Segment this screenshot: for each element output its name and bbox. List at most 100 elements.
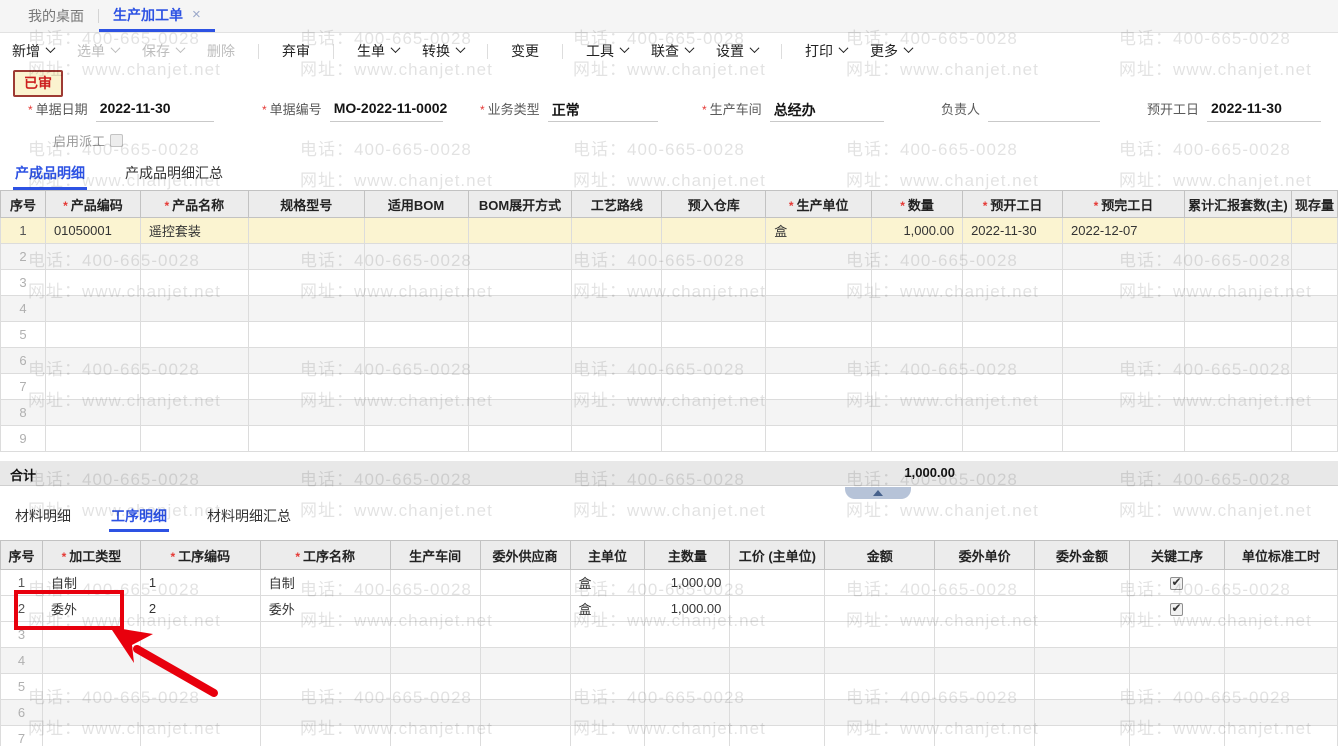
column-header[interactable]: BOM展开方式 [467, 190, 573, 218]
table-cell [729, 673, 826, 700]
table-row[interactable]: 3 [0, 621, 1338, 648]
column-header[interactable]: 适用BOM [363, 190, 469, 218]
tab-material-detail[interactable]: 材料明细 [13, 500, 73, 532]
table-cell [248, 347, 365, 374]
column-header[interactable]: 预完工日 [1062, 190, 1185, 218]
table-cell: 5 [0, 321, 46, 348]
tab-production-order[interactable]: 生产加工单 × [99, 0, 215, 32]
table-cell [824, 647, 936, 674]
table-cell [1291, 399, 1338, 426]
table-cell [364, 373, 469, 400]
column-header[interactable]: 主单位 [569, 540, 646, 570]
column-header[interactable]: 金额 [824, 540, 936, 570]
table-row[interactable]: 2 [0, 243, 1338, 270]
business-type-input[interactable]: 正常 [547, 100, 658, 122]
toolbar-new-button[interactable]: 新增 [12, 41, 56, 61]
table-cell [364, 269, 469, 296]
table-cell [765, 425, 873, 452]
table-cell [390, 673, 481, 700]
tab-operation-detail[interactable]: 工序明细 [109, 500, 169, 532]
table-row[interactable]: 3 [0, 269, 1338, 296]
column-header[interactable]: 工艺路线 [571, 190, 663, 218]
table-row[interactable]: 2 委外 2 委外盒 1,000.00 [0, 595, 1338, 622]
column-header[interactable]: 生产单位 [765, 190, 873, 218]
doc-date-input[interactable]: 2022-11-30 [95, 100, 214, 122]
column-header[interactable]: 工价 (主单位) [729, 540, 826, 570]
checkbox-checked-icon[interactable] [1170, 575, 1184, 591]
tab-my-desktop[interactable]: 我的桌面 [14, 0, 98, 32]
table-row[interactable]: 5 [0, 321, 1338, 348]
table-cell: 1 [140, 569, 261, 596]
person-in-charge-input[interactable] [988, 100, 1101, 122]
toolbar-label: 删除 [207, 43, 235, 59]
column-header[interactable]: 委外单价 [934, 540, 1036, 570]
column-header[interactable]: 累计汇报套数(主) [1183, 190, 1292, 218]
toolbar-label: 工具 [586, 43, 614, 59]
close-icon[interactable]: × [192, 6, 201, 23]
column-header[interactable]: 生产车间 [389, 540, 481, 570]
column-header[interactable]: 加工类型 [41, 540, 141, 570]
table-cell [661, 321, 767, 348]
column-header[interactable]: 工序名称 [259, 540, 391, 570]
column-header[interactable]: 主数量 [644, 540, 731, 570]
tab-material-summary[interactable]: 材料明细汇总 [205, 500, 293, 532]
table-row[interactable]: 6 [0, 699, 1338, 726]
toolbar-print-button[interactable]: 打印 [805, 41, 849, 61]
workshop-input[interactable]: 总经办 [769, 100, 884, 122]
table-row[interactable]: 6 [0, 347, 1338, 374]
toolbar-unapprove-button[interactable]: 弃审 [282, 41, 310, 61]
table-row[interactable]: 8 [0, 399, 1338, 426]
toolbar-settings-button[interactable]: 设置 [716, 41, 760, 61]
table-row[interactable]: 1 01050001 遥控套装 盒 1,000.00 2022-11-30 2022-12-… [0, 217, 1338, 244]
table-cell [390, 621, 481, 648]
planned-start-date-input[interactable]: 2022-11-30 [1207, 100, 1322, 122]
table-cell: 5 [0, 673, 43, 700]
checkbox-checked-icon[interactable] [1170, 601, 1184, 617]
column-header[interactable]: 预入仓库 [661, 190, 767, 218]
toolbar-convert-button[interactable]: 转换 [422, 41, 466, 61]
column-header[interactable]: 现存量 [1290, 190, 1338, 218]
enable-dispatch-row: 启用派工 [53, 131, 124, 150]
toolbar-tools-button[interactable]: 工具 [586, 41, 630, 61]
column-header[interactable]: 序号 [0, 540, 43, 570]
table-row[interactable]: 5 [0, 673, 1338, 700]
table-cell [765, 321, 873, 348]
table-cell [140, 725, 261, 746]
table-cell [1224, 725, 1338, 746]
table-cell [661, 425, 767, 452]
column-header[interactable]: 关键工序 [1129, 540, 1225, 570]
table-row[interactable]: 4 [0, 295, 1338, 322]
column-header[interactable]: 委外供应商 [479, 540, 571, 570]
column-header[interactable]: 序号 [0, 190, 46, 218]
column-header[interactable]: 单位标准工时 [1223, 540, 1338, 570]
table-row[interactable]: 1 自制 1 自制盒 1,000.00 [0, 569, 1338, 596]
toolbar-link-query-button[interactable]: 联查 [651, 41, 695, 61]
tab-finished-goods-summary[interactable]: 产成品明细汇总 [123, 157, 225, 190]
table-cell [661, 373, 767, 400]
table-cell [1062, 347, 1185, 374]
column-header[interactable]: 预开工日 [962, 190, 1064, 218]
toolbar-more-button[interactable]: 更多 [870, 41, 914, 61]
table-row[interactable]: 9 [0, 425, 1338, 452]
table-cell [468, 399, 573, 426]
column-header[interactable]: 产品编码 [44, 190, 141, 218]
splitter-collapse-handle[interactable] [845, 487, 911, 499]
table-cell [962, 399, 1064, 426]
table-cell [871, 321, 964, 348]
column-header[interactable]: 规格型号 [247, 190, 365, 218]
table-cell: 01050001 [45, 217, 141, 244]
column-header[interactable]: 委外金额 [1034, 540, 1131, 570]
table-row[interactable]: 7 [0, 373, 1338, 400]
table-row[interactable]: 4 [0, 647, 1338, 674]
tab-finished-goods-detail[interactable]: 产成品明细 [13, 157, 87, 190]
table-cell [962, 269, 1064, 296]
doc-number-input[interactable]: MO-2022-11-0002 [329, 100, 447, 122]
column-header[interactable]: 工序编码 [139, 540, 261, 570]
toolbar-change-button[interactable]: 变更 [511, 41, 539, 61]
table-row[interactable]: 7 [0, 725, 1338, 746]
column-header[interactable]: 数量 [871, 190, 964, 218]
column-header[interactable]: 产品名称 [139, 190, 249, 218]
toolbar-generate-doc-button[interactable]: 生单 [357, 41, 401, 61]
table-cell [45, 321, 141, 348]
table-cell [1291, 217, 1338, 244]
